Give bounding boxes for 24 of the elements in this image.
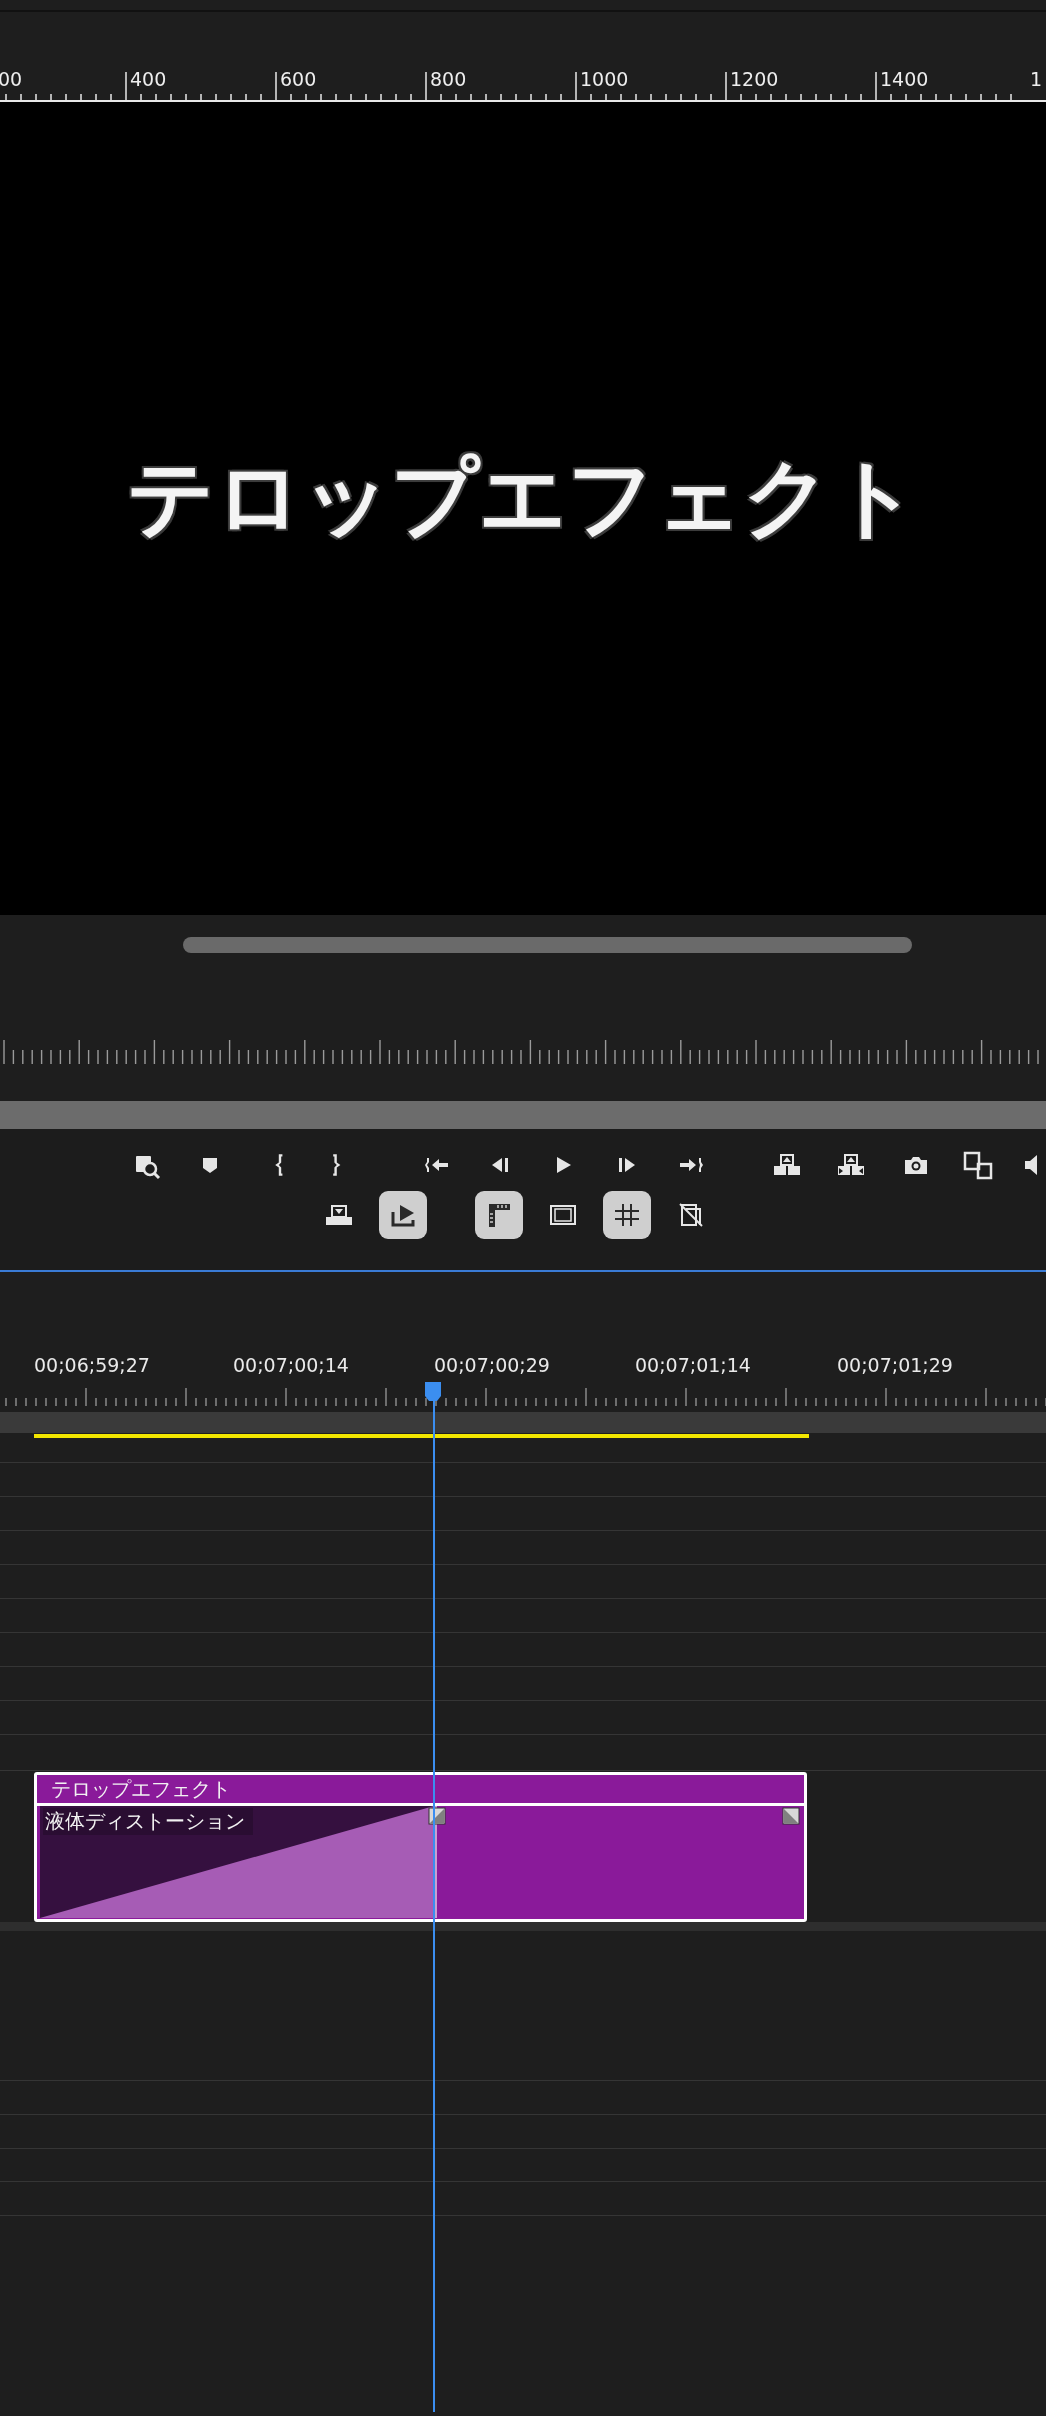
ruler-label: 1 (1030, 68, 1043, 90)
effect-label: 液体ディストーション (43, 1808, 253, 1835)
timecode-label: 00;07;01;14 (635, 1354, 751, 1376)
mark-out-icon (332, 1153, 342, 1177)
clip[interactable]: テロップエフェクト 液体ディストーション (34, 1772, 807, 1922)
timecode-label: 00;06;59;27 (34, 1354, 150, 1376)
ruler-label: 400 (130, 68, 167, 90)
ruler-label: 1000 (580, 68, 629, 90)
ruler-label: 600 (280, 68, 317, 90)
ruler-label: 00 (0, 68, 23, 90)
ruler-button[interactable] (475, 1191, 523, 1239)
ruler-label: 800 (430, 68, 467, 90)
export-button[interactable] (379, 1191, 427, 1239)
scrollbar[interactable] (183, 937, 912, 953)
keyframe-icon[interactable] (782, 1807, 800, 1825)
title-text: テロップエフェクト (127, 446, 919, 549)
ruler-label: 1400 (880, 68, 929, 90)
timecode-label: 00;07;01;29 (837, 1354, 953, 1376)
ruler-label: 1200 (730, 68, 779, 90)
grid-button[interactable] (603, 1191, 651, 1239)
mark-in-icon (274, 1153, 284, 1177)
timecode-label: 00;07;00;29 (434, 1354, 550, 1376)
compare-icon (963, 1150, 993, 1180)
timecode-label: 00;07;00;14 (233, 1354, 349, 1376)
